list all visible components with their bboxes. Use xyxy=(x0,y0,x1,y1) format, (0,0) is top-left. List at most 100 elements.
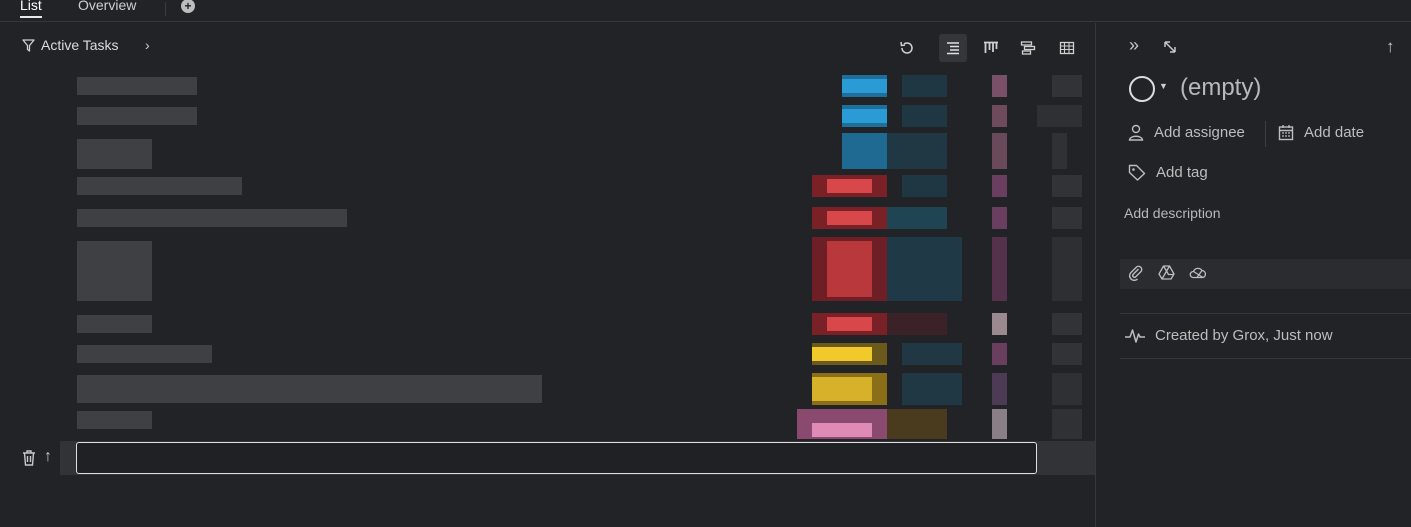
list-view-icon[interactable] xyxy=(939,34,967,62)
caret-down-icon[interactable]: ▼ xyxy=(1159,81,1168,91)
project-color-cell xyxy=(842,105,887,127)
meta-cell xyxy=(1052,237,1082,301)
expand-icon[interactable] xyxy=(1162,39,1178,58)
person-icon xyxy=(1128,124,1144,141)
add-date-button[interactable]: Add date xyxy=(1278,124,1364,141)
date-cell xyxy=(902,105,947,127)
task-title-redacted xyxy=(77,241,152,301)
chevron-right-icon[interactable]: › xyxy=(145,37,150,53)
task-title-redacted xyxy=(77,315,152,333)
filter-icon xyxy=(22,38,35,52)
table-row[interactable] xyxy=(0,175,1095,201)
task-title-redacted xyxy=(77,139,152,169)
meta-cell xyxy=(1052,133,1067,169)
priority-cell xyxy=(992,343,1007,365)
gantt-view-icon[interactable] xyxy=(1014,34,1042,62)
add-description[interactable]: Add description xyxy=(1124,205,1221,221)
priority-cell xyxy=(992,133,1007,169)
paperclip-icon[interactable] xyxy=(1128,265,1144,284)
new-task-row: ↑ xyxy=(0,441,1095,475)
project-color-cell xyxy=(812,237,887,301)
new-task-input[interactable] xyxy=(76,442,1037,474)
activity-text: Created by Grox, Just now xyxy=(1155,327,1333,344)
task-list-panel: Active Tasks › ↑ xyxy=(0,23,1095,527)
project-color-cell xyxy=(812,373,887,405)
priority-cell xyxy=(992,313,1007,335)
tab-list[interactable]: List xyxy=(20,0,42,18)
add-date-label: Add date xyxy=(1304,124,1365,141)
project-color-cell xyxy=(842,75,887,97)
meta-cell xyxy=(1037,105,1082,127)
tab-divider xyxy=(165,2,166,16)
table-row[interactable] xyxy=(0,373,1095,407)
date-cell xyxy=(902,175,947,197)
table-view-icon[interactable] xyxy=(1053,34,1081,62)
divider xyxy=(1120,358,1411,359)
priority-cell xyxy=(992,75,1007,97)
priority-cell xyxy=(992,237,1007,301)
tab-overview[interactable]: Overview xyxy=(78,0,136,13)
task-rows xyxy=(0,75,1095,441)
table-row[interactable] xyxy=(0,237,1095,307)
priority-cell xyxy=(992,175,1007,197)
table-row[interactable] xyxy=(0,133,1095,173)
activity-entry: Created by Grox, Just now xyxy=(1124,327,1333,344)
task-status-checkbox[interactable] xyxy=(1129,76,1155,102)
project-color-cell xyxy=(812,343,887,365)
meta-cell xyxy=(1052,409,1082,439)
attachment-bar xyxy=(1120,259,1411,289)
task-title-redacted xyxy=(77,107,197,125)
arrow-up-icon[interactable]: ↑ xyxy=(1386,37,1395,57)
trash-icon[interactable] xyxy=(21,449,37,470)
table-row[interactable] xyxy=(0,409,1095,439)
project-color-cell xyxy=(812,175,887,197)
onedrive-icon[interactable] xyxy=(1189,266,1207,282)
task-title-redacted xyxy=(77,77,197,95)
meta-cell xyxy=(1052,373,1082,405)
meta-cell xyxy=(1052,313,1082,335)
priority-cell xyxy=(992,409,1007,439)
plus-circle-icon[interactable]: + xyxy=(181,0,195,13)
table-row[interactable] xyxy=(0,105,1095,131)
meta-cell xyxy=(1052,207,1082,229)
activity-pulse-icon xyxy=(1125,328,1145,343)
priority-cell xyxy=(992,373,1007,405)
date-cell xyxy=(902,373,962,405)
project-color-cell xyxy=(842,133,887,169)
project-color-cell xyxy=(812,207,887,229)
arrow-up-icon[interactable]: ↑ xyxy=(44,448,52,466)
task-title-redacted xyxy=(77,375,542,403)
add-assignee-button[interactable]: Add assignee xyxy=(1128,124,1245,141)
project-color-cell xyxy=(797,409,887,439)
date-cell xyxy=(902,343,962,365)
date-cell xyxy=(887,207,947,229)
table-row[interactable] xyxy=(0,207,1095,233)
task-title[interactable]: (empty) xyxy=(1180,74,1261,102)
board-view-icon[interactable] xyxy=(977,34,1005,62)
collapse-panel-icon[interactable]: » xyxy=(1129,35,1139,56)
field-divider xyxy=(1265,121,1266,147)
task-title-redacted xyxy=(77,411,152,429)
meta-cell xyxy=(1052,75,1082,97)
list-toolbar: Active Tasks › xyxy=(0,23,1095,67)
google-drive-icon[interactable] xyxy=(1158,265,1175,283)
task-detail-panel: » ↑ ▼ (empty) Add assignee Add date Add … xyxy=(1095,23,1411,527)
priority-cell xyxy=(992,105,1007,127)
table-row[interactable] xyxy=(0,343,1095,369)
date-cell xyxy=(902,75,947,97)
project-color-cell xyxy=(812,313,887,335)
task-title-redacted xyxy=(77,345,212,363)
date-cell xyxy=(887,409,947,439)
date-cell xyxy=(887,313,947,335)
date-cell xyxy=(887,133,947,169)
table-row[interactable] xyxy=(0,313,1095,339)
table-row[interactable] xyxy=(0,75,1095,101)
filter-label: Active Tasks xyxy=(41,37,119,53)
calendar-icon xyxy=(1278,125,1294,141)
add-tag-button[interactable]: Add tag xyxy=(1128,164,1208,181)
meta-cell xyxy=(1052,175,1082,197)
filter-button[interactable]: Active Tasks xyxy=(22,37,119,53)
divider xyxy=(1120,313,1411,314)
add-assignee-label: Add assignee xyxy=(1154,124,1245,141)
refresh-icon[interactable] xyxy=(893,34,921,62)
